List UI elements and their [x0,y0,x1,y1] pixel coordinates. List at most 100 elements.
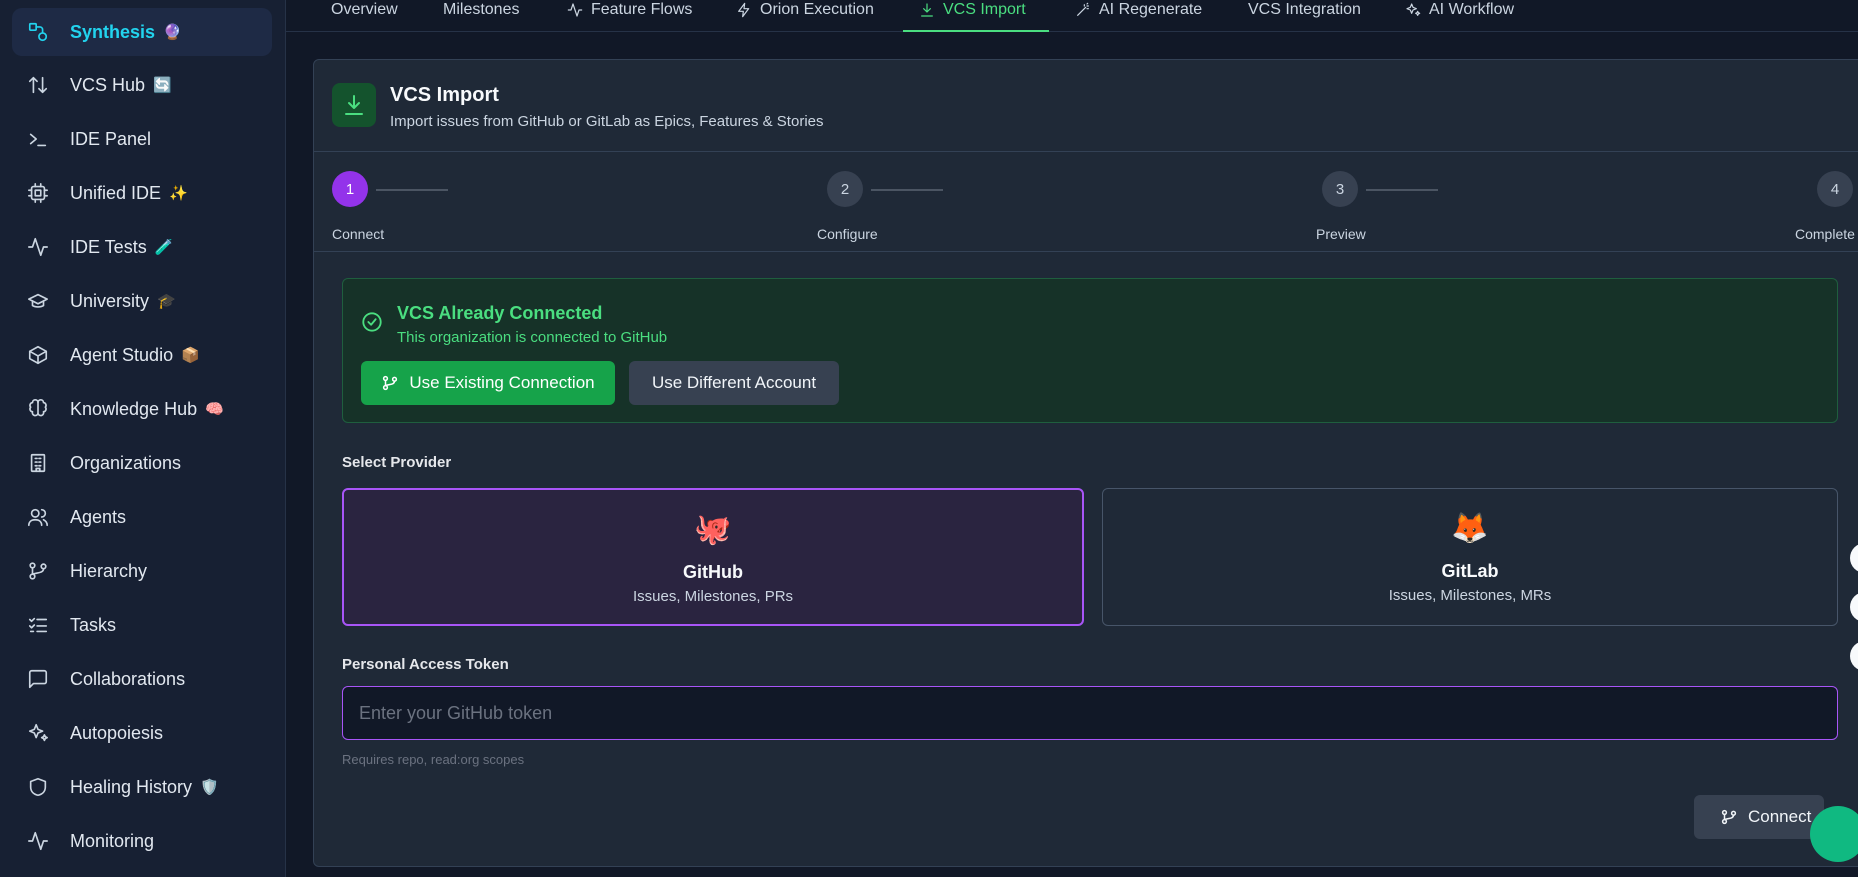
sidebar-item-monitoring[interactable]: Monitoring [12,817,272,865]
sidebar-item-university[interactable]: University 🎓 [12,277,272,325]
tab-ai-workflow[interactable]: AI Workflow [1405,0,1514,32]
sidebar-item-vcs-hub[interactable]: VCS Hub 🔄 [12,61,272,109]
git-branch-icon [26,559,50,583]
sidebar-item-label: Synthesis [70,21,156,42]
sidebar-item-ide-tests[interactable]: IDE Tests 🧪 [12,223,272,271]
sidebar-item-emoji: 🔄 [153,77,172,94]
sidebar-item-label: Tasks [70,614,117,635]
sparkles-icon [26,721,50,745]
step-2-label: Configure [817,226,878,242]
sidebar-item-label: Monitoring [70,830,155,851]
sidebar-item-label: Unified IDE [70,182,162,203]
sidebar-item-agents[interactable]: Agents [12,493,272,541]
sidebar-item-ide-panel[interactable]: IDE Panel [12,115,272,163]
step-2-circle: 2 [827,171,863,207]
button-label: Use Different Account [651,373,817,392]
download-icon [921,3,933,17]
tab-label: VCS Integration [1248,1,1361,18]
sidebar-item-label: VCS Hub [70,74,146,95]
synthesis-icon [26,20,50,44]
tab-label: Orion Execution [760,1,874,18]
sidebar-item-autopoiesis[interactable]: Autopoiesis [12,709,272,757]
box-icon [26,343,50,367]
tab-ai-regenerate[interactable]: AI Regenerate [1075,0,1202,32]
sidebar-item-knowledge-hub[interactable]: Knowledge Hub 🧠 [12,385,272,433]
use-existing-connection-button[interactable]: Use Existing Connection [361,361,615,405]
sidebar-item-emoji: 🛡️ [200,779,219,796]
stepper: 1 Connect 2 Configure 3 Preview 4 Comple… [314,152,1858,252]
tab-label: AI Regenerate [1099,1,1203,18]
activity-icon [26,235,50,259]
download-icon [332,83,376,127]
cpu-icon [26,181,50,205]
sidebar-item-synthesis[interactable]: Synthesis 🔮 [12,8,272,56]
tab-vcs-integration[interactable]: VCS Integration [1248,0,1361,32]
sidebar-item-healing-history[interactable]: Healing History 🛡️ [12,763,272,811]
sidebar-item-organizations[interactable]: Organizations [12,439,272,487]
tab-feature-flows[interactable]: Feature Flows [567,0,692,32]
sidebar-item-emoji: 📦 [181,347,200,364]
shield-icon [26,775,50,799]
connection-title: VCS Already Connected [397,303,603,323]
step-4-label: Complete [1795,226,1855,242]
sidebar-item-label: Agents [70,506,127,527]
brain-icon [26,397,50,421]
page-title: VCS Import [390,84,499,106]
provider-description: Issues, Milestones, MRs [1388,587,1552,604]
sidebar-item-emoji: 🎓 [157,293,176,310]
sidebar-item-label: IDE Panel [70,128,152,149]
sidebar-item-emoji: 🧪 [154,239,174,256]
tab-milestones[interactable]: Milestones [443,0,519,32]
provider-name: GitHub [683,562,743,582]
tab-label: Overview [331,1,398,18]
sidebar-item-agent-studio[interactable]: Agent Studio 📦 [12,331,272,379]
graduation-cap-icon [26,289,50,313]
floating-assistant-button[interactable] [1810,806,1858,862]
sidebar-item-label: Collaborations [70,668,186,689]
check-circle-icon [361,311,383,333]
connect-button[interactable]: Connect [1694,795,1824,839]
provider-gitlab-card[interactable]: 🦊 GitLab Issues, Milestones, MRs [1102,488,1838,626]
zap-icon [738,2,750,18]
token-input[interactable] [342,686,1838,740]
use-different-account-button[interactable]: Use Different Account [629,361,839,405]
tab-overview[interactable]: Overview [331,0,398,32]
step-3-circle: 3 [1322,171,1358,207]
sparkles-icon [1406,3,1421,16]
step-3-label: Preview [1316,226,1366,242]
provider-description: Issues, Milestones, PRs [632,588,794,605]
token-label: Personal Access Token [342,656,509,673]
sidebar-item-label: Hierarchy [70,560,148,581]
tab-vcs-import[interactable]: VCS Import [903,0,1049,32]
step-connector [1366,189,1438,191]
sidebar-item-label: Organizations [70,452,182,473]
vcs-import-card: VCS Import Import issues from GitHub or … [313,59,1858,867]
sidebar-item-label: Agent Studio [70,344,174,365]
sidebar: Synthesis 🔮 VCS Hub 🔄 IDE Panel Unified … [0,0,286,877]
sidebar-item-tasks[interactable]: Tasks [12,601,272,649]
button-label: Use Existing Connection [409,373,595,392]
sidebar-item-collaborations[interactable]: Collaborations [12,655,272,703]
button-label: Connect [1748,807,1812,826]
tab-label: AI Workflow [1429,1,1515,18]
terminal-icon [26,127,50,151]
building-icon [26,451,50,475]
connection-subtitle: This organization is connected to GitHub [397,329,668,346]
main-content: Overview Milestones Feature Flows Orion … [286,0,1858,877]
sidebar-item-unified-ide[interactable]: Unified IDE ✨ [12,169,272,217]
connection-status-panel: VCS Already Connected This organization … [342,278,1838,423]
tab-label: Milestones [443,1,520,18]
sidebar-item-label: Knowledge Hub [70,398,198,419]
provider-github-card[interactable]: 🐙 GitHub Issues, Milestones, PRs [342,488,1084,626]
list-checks-icon [26,613,50,637]
github-octopus-icon: 🐙 [694,513,732,546]
message-square-icon [26,667,50,691]
tab-bar: Overview Milestones Feature Flows Orion … [286,0,1858,32]
tab-orion-execution[interactable]: Orion Execution [736,0,874,32]
tab-label: VCS Import [943,1,1026,18]
users-icon [26,505,50,529]
provider-name: GitLab [1441,561,1499,581]
sidebar-item-hierarchy[interactable]: Hierarchy [12,547,272,595]
activity-icon [567,3,583,17]
sidebar-item-label: Healing History [70,776,193,797]
